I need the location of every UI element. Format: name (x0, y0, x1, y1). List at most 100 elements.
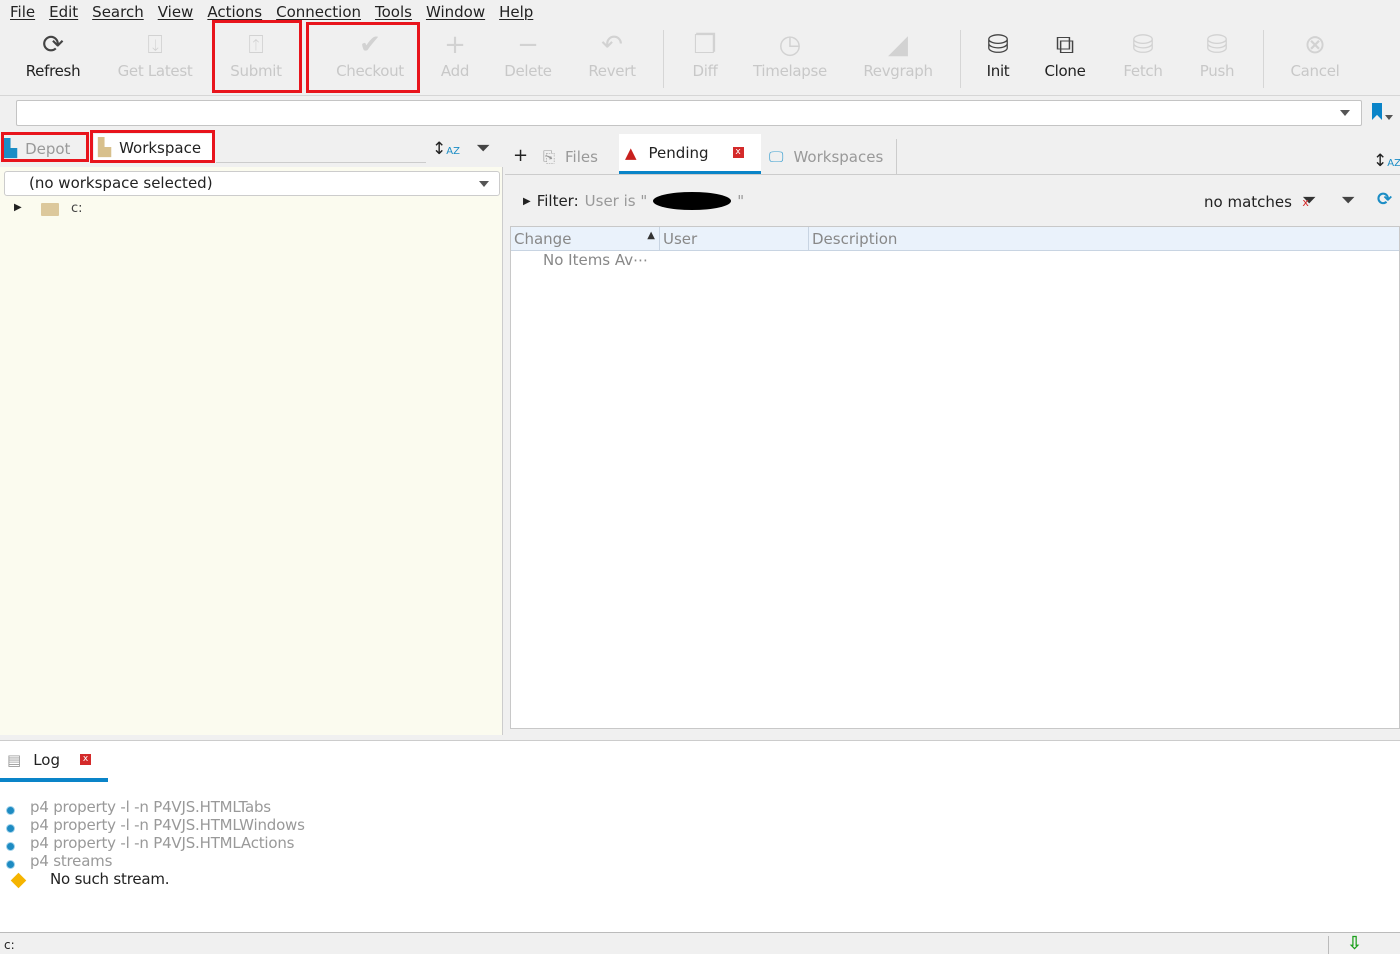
delete-button[interactable]: − Delete (504, 28, 552, 90)
tab-log[interactable]: ▤ Log x (0, 741, 108, 782)
revert-button[interactable]: ↶ Revert (588, 28, 636, 90)
init-button[interactable]: ⛁ Init (987, 28, 1010, 90)
tab-depot[interactable]: ▙ Depot (4, 135, 86, 163)
get-latest-icon: ⍗ (147, 29, 163, 60)
cancel-button[interactable]: ⊗ Cancel (1290, 28, 1339, 90)
menu-search[interactable]: Search (92, 3, 144, 21)
sort-icon[interactable]: ↕AZ (1373, 151, 1400, 171)
log-line: p4 property -l -n P4VJS.HTMLTabs (30, 798, 271, 816)
log-icon: ▤ (7, 750, 22, 769)
folder-icon (41, 203, 59, 216)
bookmark-icon[interactable] (1372, 103, 1382, 120)
tab-divider (505, 174, 1400, 175)
redacted-user (653, 192, 732, 210)
filter-menu-icon[interactable]: ⏷ (1341, 190, 1355, 211)
submit-icon: ⍐ (248, 29, 264, 60)
column-header-description[interactable]: Description (809, 227, 1399, 251)
menu-edit[interactable]: Edit (49, 3, 78, 21)
log-tabbar (0, 741, 1400, 793)
close-tab-icon[interactable]: x (79, 754, 91, 765)
empty-message: No Items Av⋯ (543, 251, 649, 269)
menu-file[interactable]: File (10, 3, 35, 21)
expand-arrow-icon[interactable]: ▶ (523, 196, 531, 207)
info-icon (7, 807, 14, 814)
expand-arrow-icon[interactable]: ▶ (14, 202, 22, 213)
pending-icon: ▲ (625, 143, 637, 162)
refresh-button[interactable]: ⟳ Refresh (26, 28, 81, 90)
tab-workspace[interactable]: ▙ Workspace (94, 134, 212, 162)
info-icon (7, 825, 14, 832)
workspace-select[interactable]: (no workspace selected) (4, 171, 500, 196)
toolbar: ⟳ Refresh ⍗ Get Latest ⍐ Submit ✔ Checkout +… (0, 24, 1400, 96)
sort-ascending-icon: ▲ (647, 230, 655, 241)
menu-bar: File Edit Search View Actions Connection… (0, 0, 1400, 24)
left-pane: ▙ Depot ▙ Workspace ↕AZ ⏷ (no workspace se… (0, 131, 503, 735)
fetch-button[interactable]: ⛁ Fetch (1123, 28, 1162, 90)
info-icon (7, 843, 14, 850)
tree-item[interactable]: ▶ c: (14, 201, 214, 221)
chevron-down-icon (479, 181, 489, 187)
address-dropdown-icon[interactable] (1340, 110, 1350, 116)
left-tabs: ▙ Depot ▙ Workspace ↕AZ ⏷ (0, 131, 503, 167)
clear-filter-icon[interactable]: ⏷x (1302, 190, 1316, 211)
cancel-icon: ⊗ (1304, 30, 1326, 60)
push-icon: ⛁ (1206, 30, 1228, 60)
info-icon (7, 861, 14, 868)
clone-button[interactable]: ⧉ Clone (1044, 28, 1085, 90)
menu-help[interactable]: Help (499, 3, 533, 21)
download-arrow-icon: ⇩ (1347, 933, 1363, 954)
depot-tree-icon: ▙ (4, 139, 18, 159)
filter-icon[interactable]: ⏷ (476, 138, 490, 159)
toolbar-separator (1263, 30, 1264, 88)
fetch-icon: ⛁ (1132, 30, 1154, 60)
add-button[interactable]: + Add (441, 28, 469, 90)
menu-connection[interactable]: Connection (276, 3, 361, 21)
toolbar-separator (960, 30, 961, 88)
column-header-user[interactable]: User (660, 227, 809, 251)
menu-window[interactable]: Window (426, 3, 485, 21)
clock-icon: ◷ (778, 30, 802, 60)
filter-bar[interactable]: ▶ Filter: User is " " (523, 192, 744, 210)
revgraph-icon: ◢ (888, 30, 908, 60)
pending-table: Change ▲ User Description No Items Av⋯ (510, 226, 1400, 729)
minus-icon: − (517, 30, 539, 60)
log-line: p4 streams (30, 852, 113, 870)
diff-button[interactable]: ❐ Diff (692, 28, 717, 90)
menu-view[interactable]: View (158, 3, 194, 21)
match-count: no matches (1204, 193, 1292, 211)
timelapse-button[interactable]: ◷ Timelapse (753, 28, 827, 90)
plus-icon: + (444, 30, 466, 60)
database-power-icon: ⛁ (987, 30, 1009, 60)
status-bar: c: ⇩ (0, 932, 1400, 954)
add-tab-icon[interactable]: + (513, 145, 528, 166)
monitor-icon: 🖵 (769, 148, 784, 166)
log-pane: ▤ Log x p4 property -l -n P4VJS.HTMLTabs p… (0, 740, 1400, 932)
menu-actions[interactable]: Actions (207, 3, 262, 21)
tab-files[interactable]: ⎘ Files (539, 139, 602, 175)
get-latest-button[interactable]: ⍗ Get Latest (118, 28, 193, 90)
log-line: p4 property -l -n P4VJS.HTMLWindows (30, 816, 305, 834)
log-line: p4 property -l -n P4VJS.HTMLActions (30, 834, 295, 852)
right-pane: + ⎘ Files ▲ Pending x 🖵 Workspaces ↕AZ ▶ Fil… (505, 131, 1400, 735)
tab-underline (216, 162, 426, 163)
status-path: c: (4, 938, 15, 952)
close-tab-icon[interactable]: x (732, 147, 744, 158)
bookmark-dropdown-icon (1385, 115, 1393, 120)
submit-button[interactable]: ⍐ Submit (230, 28, 282, 90)
menu-tools[interactable]: Tools (375, 3, 412, 21)
refresh-icon[interactable]: ⟳ (1377, 189, 1392, 210)
files-icon: ⎘ (543, 148, 556, 166)
checkout-button[interactable]: ✔ Checkout (336, 28, 404, 90)
warning-line: No such stream. (50, 870, 170, 888)
warning-icon (10, 872, 27, 889)
sort-icon[interactable]: ↕AZ (432, 139, 460, 159)
clone-icon: ⧉ (1055, 29, 1075, 60)
workspace-tree-icon: ▙ (98, 138, 112, 158)
revgraph-button[interactable]: ◢ Revgraph (863, 28, 933, 90)
push-button[interactable]: ⛁ Push (1200, 28, 1235, 90)
column-header-change[interactable]: Change ▲ (511, 227, 660, 251)
checkmark-icon: ✔ (359, 30, 381, 60)
address-input[interactable] (16, 100, 1362, 126)
tab-workspaces[interactable]: 🖵 Workspaces (765, 139, 897, 175)
tab-pending[interactable]: ▲ Pending x (619, 134, 761, 175)
